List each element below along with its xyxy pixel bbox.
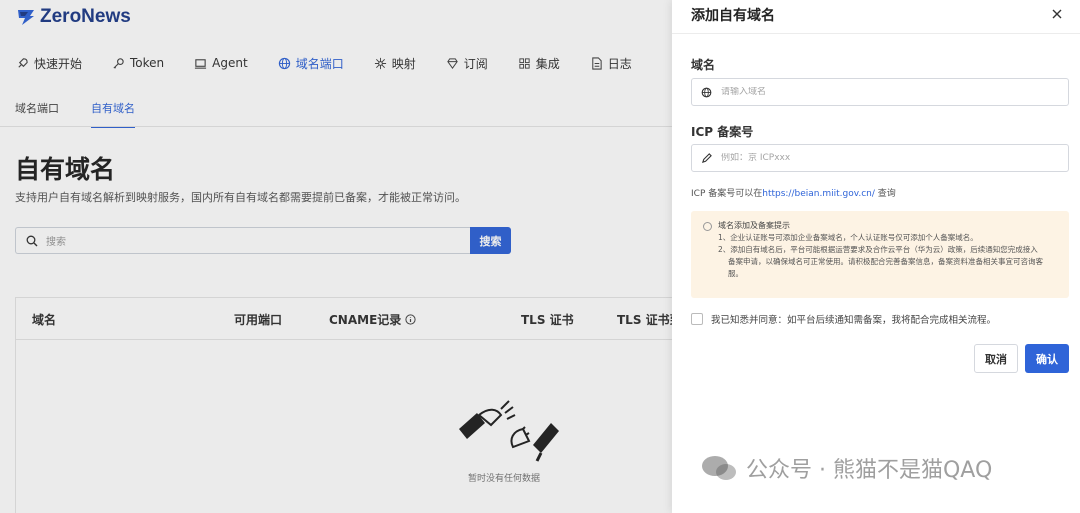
wechat-icon bbox=[702, 456, 736, 480]
domain-field[interactable] bbox=[691, 78, 1069, 106]
watermark-text: 公众号 · 熊猫不是猫QAQ bbox=[746, 458, 993, 483]
close-icon[interactable] bbox=[1050, 6, 1064, 20]
agree-row: 我已知悉并同意：如平台后续通知需备案，我将配合完成相关流程。 bbox=[691, 312, 996, 326]
icp-hint: ICP 备案号可以在https://beian.miit.gov.cn/ 查询 bbox=[691, 186, 896, 199]
modal-overlay[interactable] bbox=[0, 0, 672, 513]
notice-line: 2、添加自有域名后，平台可能根据运营要求及合作云平台（华为云）政策，后续通知您完… bbox=[718, 245, 1038, 254]
domain-label: 域名 bbox=[691, 58, 716, 72]
icp-input[interactable] bbox=[721, 153, 1051, 163]
icp-hint-suffix: 查询 bbox=[874, 189, 896, 199]
globe-icon bbox=[701, 87, 712, 97]
notice-box: 域名添加及备案提示 1、企业认证账号可添加企业备案域名，个人认证账号仅可添加个人… bbox=[691, 211, 1069, 298]
drawer-title: 添加自有域名 bbox=[691, 8, 775, 24]
info-icon bbox=[703, 221, 712, 231]
notice-line: 1、企业认证账号可添加企业备案域名，个人认证账号仅可添加个人备案域名。 bbox=[718, 233, 978, 242]
domain-input[interactable] bbox=[721, 87, 1051, 97]
cancel-button[interactable]: 取消 bbox=[974, 344, 1018, 373]
watermark: 公众号 · 熊猫不是猫QAQ bbox=[700, 452, 992, 484]
icp-hint-prefix: ICP 备案号可以在 bbox=[691, 189, 763, 199]
divider bbox=[672, 33, 1080, 34]
pencil-icon bbox=[701, 152, 712, 163]
notice-line: 备案申请，以确保域名可正常使用。请积极配合完善备案信息，备案资料准备相关事宜可咨… bbox=[728, 257, 1043, 266]
icp-field[interactable] bbox=[691, 144, 1069, 172]
agree-text[interactable]: 我已知悉并同意：如平台后续通知需备案，我将配合完成相关流程。 bbox=[711, 312, 996, 326]
beian-link[interactable]: https://beian.miit.gov.cn/ bbox=[762, 189, 875, 199]
notice-title: 域名添加及备案提示 bbox=[718, 221, 790, 230]
icp-label: ICP 备案号 bbox=[691, 125, 754, 139]
add-domain-drawer: 添加自有域名 域名 ICP 备案号 ICP 备案号可以在https://beia… bbox=[672, 0, 1080, 513]
notice-line: 服。 bbox=[728, 269, 743, 278]
notice-header: 域名添加及备案提示 bbox=[703, 220, 1057, 232]
confirm-button[interactable]: 确认 bbox=[1025, 344, 1069, 373]
agree-checkbox[interactable] bbox=[691, 313, 703, 325]
